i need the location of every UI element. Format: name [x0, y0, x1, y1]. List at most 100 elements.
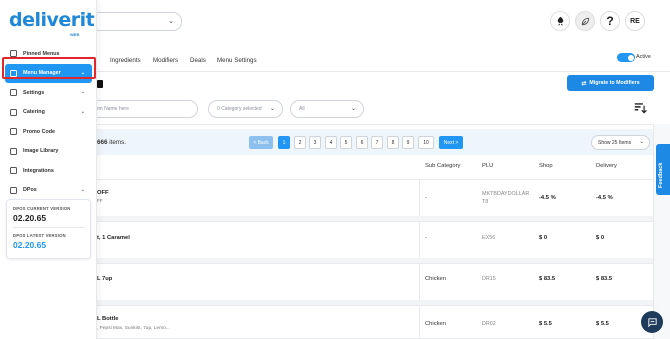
category-select[interactable]: 0 Category selected ⌄ — [208, 100, 283, 118]
table-row[interactable]: L 7up Chicken DR15 $ 83.5 $ 83.5 — [97, 263, 653, 300]
plu: EX56 — [482, 235, 496, 241]
delivery-price: -4.5 % — [596, 195, 613, 201]
image-icon — [10, 147, 17, 155]
chevron-down-icon: ⌄ — [269, 106, 275, 112]
page-10-button[interactable]: 10 — [418, 136, 434, 149]
table-row[interactable]: t, 1 Caramel - EX56 $ 0 $ 0 — [97, 221, 653, 258]
table-row[interactable]: L Bottle , Pepsi Max, Sunkist, 7up, Lemo… — [97, 305, 653, 339]
version-card: DPOS CURRENT VERSION 02.20.65 DPOS LATES… — [6, 199, 91, 259]
chevron-down-icon: ⌄ — [80, 108, 85, 115]
col-header-shop[interactable]: Shop — [539, 163, 553, 169]
page-2-button[interactable]: 2 — [294, 136, 306, 149]
feedback-tab[interactable]: Feedback — [656, 144, 670, 195]
menu-manager-highlight — [2, 57, 96, 79]
items-count-number: 666 — [97, 139, 108, 146]
shuffle-icon: ⇄ — [581, 80, 587, 87]
item-name: OFF — [97, 190, 109, 196]
toolbar: ⇄ Migrate to Modifiers Item Name here 0 … — [91, 72, 670, 124]
page-7-button[interactable]: 7 — [371, 136, 383, 149]
leaf-icon — [581, 17, 589, 25]
chevron-down-icon: ⌄ — [168, 18, 174, 25]
column-divider — [419, 180, 420, 216]
col-header-delivery[interactable]: Delivery — [596, 163, 617, 169]
sub-category: Chicken — [425, 321, 446, 327]
sidebar-item-integrations[interactable]: Integrations — [0, 161, 97, 181]
pager-bar: 666 items. < Back 1 2 3 4 5 6 7 8 9 10 N… — [97, 129, 653, 155]
leaf-button[interactable] — [575, 11, 595, 31]
sidebar-item-label: Catering — [23, 109, 45, 116]
chevron-down-icon: ⌄ — [350, 106, 356, 112]
rocket-icon — [557, 16, 563, 26]
rocket-button[interactable] — [550, 11, 570, 31]
items-table: 666 items. < Back 1 2 3 4 5 6 7 8 9 10 N… — [97, 124, 654, 339]
sidebar-item-label: Integrations — [23, 167, 54, 174]
plu: DR02 — [482, 321, 496, 327]
sidebar-item-settings[interactable]: Settings ⌄ — [0, 83, 97, 103]
delivery-price: $ 0 — [596, 235, 605, 241]
shop-price: $ 83.5 — [539, 276, 556, 282]
page-4-button[interactable]: 4 — [325, 136, 337, 149]
sidebar-item-promo-code[interactable]: Promo Code — [0, 122, 97, 142]
chat-icon — [647, 317, 657, 327]
page-9-button[interactable]: 9 — [402, 136, 414, 149]
feedback-label: Feedback — [658, 162, 664, 188]
sub-category: Chicken — [425, 276, 446, 282]
pos-icon — [10, 186, 17, 194]
item-desc: , Pepsi Max, Sunkist, 7up, Lemo... — [97, 326, 170, 331]
tab-ingredients[interactable]: Ingredients — [110, 57, 141, 64]
avatar[interactable]: RE — [625, 11, 645, 31]
column-divider — [419, 264, 420, 300]
integrations-icon — [10, 167, 17, 175]
migrate-label: Migrate to Modifiers — [589, 80, 640, 86]
deliverit-logo[interactable]: deliverit WEB — [9, 9, 95, 40]
show-items-label: Show 25 Items — [598, 139, 632, 146]
next-button[interactable]: Next > — [439, 136, 463, 149]
current-version-label: DPOS CURRENT VERSION — [13, 206, 71, 211]
sidebar-item-label: Promo Code — [23, 128, 56, 135]
tab-deals[interactable]: Deals — [190, 57, 206, 64]
col-header-plu[interactable]: PLU — [482, 163, 493, 169]
item-name: t, 1 Caramel — [97, 235, 130, 241]
tab-modifiers[interactable]: Modifiers — [153, 57, 178, 64]
page-6-button[interactable]: 6 — [356, 136, 368, 149]
item-name: L Bottle — [97, 316, 119, 322]
shop-price: $ 5.5 — [539, 321, 552, 327]
back-button[interactable]: < Back — [249, 136, 273, 149]
active-toggle[interactable] — [617, 53, 635, 62]
col-header-sub-category[interactable]: Sub Category — [425, 163, 460, 169]
column-divider — [419, 306, 420, 339]
tab-menu-settings[interactable]: Menu Settings — [217, 57, 257, 64]
book-icon[interactable] — [97, 80, 103, 88]
store-select[interactable]: ⌄ — [96, 12, 182, 31]
search-input[interactable]: Item Name here — [91, 100, 198, 118]
current-version-value: 02.20.65 — [13, 213, 47, 223]
page-5-button[interactable]: 5 — [340, 136, 352, 149]
help-button[interactable]: ? — [600, 11, 620, 31]
status-select[interactable]: All ⌄ — [290, 100, 364, 118]
catering-icon — [10, 108, 17, 116]
sidebar-item-image-library[interactable]: Image Library — [0, 142, 97, 162]
page-3-button[interactable]: 3 — [309, 136, 321, 149]
sidebar-item-label: Image Library — [23, 148, 59, 155]
active-label: Active — [636, 54, 651, 60]
page-1-button[interactable]: 1 — [278, 136, 290, 149]
page-8-button[interactable]: 8 — [387, 136, 399, 149]
migrate-to-modifiers-button[interactable]: ⇄ Migrate to Modifiers — [567, 75, 654, 91]
sidebar-item-catering[interactable]: Catering ⌄ — [0, 103, 97, 123]
logo-sub: WEB — [70, 32, 80, 37]
table-row[interactable]: OFF FF - MKTBDAYDOLLAR T8 -4.5 % -4.5 % — [97, 179, 653, 216]
all-placeholder: All — [299, 106, 305, 112]
logo-text: deliverit — [9, 9, 95, 31]
chat-button[interactable] — [641, 311, 663, 333]
sidebar-item-dpos[interactable]: DPos ⌄ — [0, 181, 97, 201]
plu: DR15 — [482, 276, 496, 282]
sub-category: - — [425, 235, 427, 241]
gear-icon — [10, 89, 17, 97]
sort-icon — [634, 103, 647, 114]
sidebar-item-label: DPos — [23, 187, 37, 194]
sort-filter-icon[interactable] — [633, 101, 647, 115]
divider — [13, 227, 84, 228]
category-placeholder: 0 Category selected — [217, 106, 262, 112]
chevron-down-icon: ⌄ — [639, 139, 644, 145]
show-items-select[interactable]: Show 25 Items ⌄ — [591, 135, 650, 150]
